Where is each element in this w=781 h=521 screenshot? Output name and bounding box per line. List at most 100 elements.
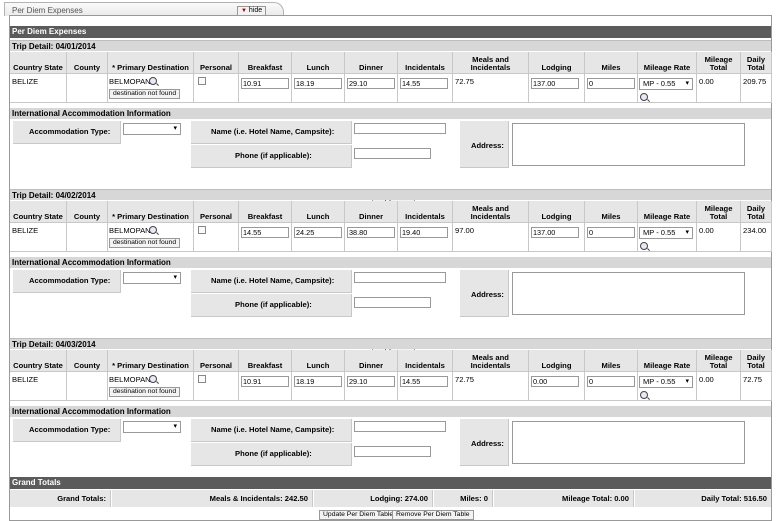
incidentals-input[interactable] (400, 227, 448, 238)
intl-accommodation-header: International Accommodation Information (10, 108, 771, 119)
chevron-down-icon: ▾ (685, 229, 689, 236)
mileage-rate-lookup-icon[interactable] (640, 93, 648, 101)
address-label: Address: (471, 141, 504, 150)
col-country_state: Country State (10, 350, 67, 372)
col-meals_incidentals-label: Meals and Incidentals (470, 353, 511, 370)
name-input[interactable] (354, 123, 446, 134)
name-input[interactable] (354, 421, 446, 432)
personal-checkbox[interactable] (198, 226, 206, 234)
phone-input[interactable] (354, 446, 431, 457)
breakfast-input[interactable] (241, 227, 289, 238)
lodging-input[interactable] (531, 227, 579, 238)
address-textarea[interactable] (512, 272, 745, 315)
lodging-input[interactable] (531, 376, 579, 387)
mileage-rate-select[interactable]: MP - 0.55 ▾ (639, 227, 693, 239)
miles-input[interactable] (587, 227, 635, 238)
lodging-input[interactable] (531, 78, 579, 89)
col-personal: Personal (194, 350, 239, 372)
col-meals_incidentals: Meals and Incidentals (453, 52, 529, 74)
accommodation-type-select[interactable]: ▾ (123, 272, 181, 284)
col-dinner-label: Dinner (358, 63, 384, 72)
name-label: Name (i.e. Hotel Name, Campsite): (211, 276, 335, 285)
mileage-rate-select[interactable]: MP - 0.55 ▾ (639, 78, 693, 90)
grand-mileage-total: Mileage Total: 0.00 (494, 490, 634, 507)
personal-checkbox[interactable] (198, 77, 206, 85)
col-mileage_total-label: Mileage Total (704, 204, 733, 221)
col-lunch: Lunch (292, 52, 345, 74)
meals-incidentals-value: 97.00 (455, 226, 475, 235)
col-incidentals: Incidentals (398, 350, 453, 372)
cell-county (67, 372, 108, 401)
col-dinner: Dinner (345, 350, 398, 372)
tab-bar: Per Diem Expenses ▼ hide (0, 0, 781, 16)
mileage-rate-value: MP - 0.55 (643, 79, 676, 88)
destination-not-found-button[interactable]: destination not found (109, 387, 181, 397)
accommodation-type-label: Accommodation Type: (29, 127, 111, 136)
col-dinner: Dinner (345, 201, 398, 223)
col-lunch: Lunch (292, 201, 345, 223)
breakfast-input[interactable] (241, 78, 289, 89)
col-country_state-label: Country State (13, 361, 63, 370)
address-label: Address: (471, 290, 504, 299)
incidentals-input[interactable] (400, 376, 448, 387)
col-daily_total-label: Daily Total (746, 55, 766, 72)
col-dinner-label: Dinner (358, 361, 384, 370)
col-country_state: Country State (10, 201, 67, 223)
mileage-rate-select[interactable]: MP - 0.55 ▾ (639, 376, 693, 388)
per-diem-tab: Per Diem Expenses ▼ hide (4, 2, 284, 16)
lunch-input[interactable] (294, 376, 342, 387)
col-primary_destination: * Primary Destination (108, 350, 194, 372)
miles-input[interactable] (587, 78, 635, 89)
meals-incidentals-value: 72.75 (455, 77, 475, 86)
col-lodging-label: Lodging (541, 63, 572, 72)
trip-detail-header: Trip Detail: 04/02/2014 (10, 189, 771, 200)
address-textarea[interactable] (512, 123, 745, 166)
name-input[interactable] (354, 272, 446, 283)
dinner-input[interactable] (347, 78, 395, 89)
accommodation-type-select[interactable]: ▾ (123, 421, 181, 433)
destination-not-found-button[interactable]: destination not found (109, 238, 181, 248)
mileage-rate-value: MP - 0.55 (643, 377, 676, 386)
mileage-rate-value: MP - 0.55 (643, 228, 676, 237)
destination-lookup-icon[interactable] (149, 226, 157, 234)
daily-total-value: 234.00 (743, 226, 767, 235)
destination-lookup-icon[interactable] (149, 375, 157, 383)
mileage-total-value: 0.00 (699, 375, 714, 384)
cell-county (67, 74, 108, 103)
triangle-down-icon: ▼ (241, 8, 247, 14)
mileage-rate-lookup-icon[interactable] (640, 242, 648, 250)
miles-input[interactable] (587, 376, 635, 387)
dinner-input[interactable] (347, 227, 395, 238)
destination-not-found-button[interactable]: destination not found (109, 89, 181, 99)
col-mileage_rate-label: Mileage Rate (643, 212, 691, 221)
lunch-input[interactable] (294, 78, 342, 89)
col-incidentals: Incidentals (398, 52, 453, 74)
breakfast-input[interactable] (241, 376, 289, 387)
address-label: Address: (471, 439, 504, 448)
phone-label: Phone (if applicable): (235, 151, 312, 160)
intl-accommodation-header: International Accommodation Information (10, 406, 771, 417)
phone-input[interactable] (354, 297, 431, 308)
col-mileage_rate: Mileage Rate (638, 201, 697, 223)
chevron-down-icon: ▾ (173, 274, 177, 281)
tab-title: Per Diem Expenses (12, 6, 83, 15)
address-textarea[interactable] (512, 421, 745, 464)
personal-checkbox[interactable] (198, 375, 206, 383)
remove-per-diem-button[interactable]: Remove Per Diem Table (392, 510, 474, 520)
mileage-rate-lookup-icon[interactable] (640, 391, 648, 399)
phone-input[interactable] (354, 148, 431, 159)
grand-lodging-total: Lodging: 274.00 (314, 490, 433, 507)
dinner-input[interactable] (347, 376, 395, 387)
update-per-diem-button[interactable]: Update Per Diem Table (319, 510, 398, 520)
incidentals-input[interactable] (400, 78, 448, 89)
col-lunch-label: Lunch (306, 63, 330, 72)
destination-lookup-icon[interactable] (149, 77, 157, 85)
accommodation-type-select[interactable]: ▾ (123, 123, 181, 135)
country-value: BELIZE (12, 226, 39, 235)
lunch-input[interactable] (294, 227, 342, 238)
col-breakfast-label: Breakfast (247, 361, 283, 370)
col-daily_total: Daily Total (741, 201, 772, 223)
col-county-label: County (73, 63, 101, 72)
col-miles: Miles (585, 201, 638, 223)
col-mileage_rate: Mileage Rate (638, 350, 697, 372)
